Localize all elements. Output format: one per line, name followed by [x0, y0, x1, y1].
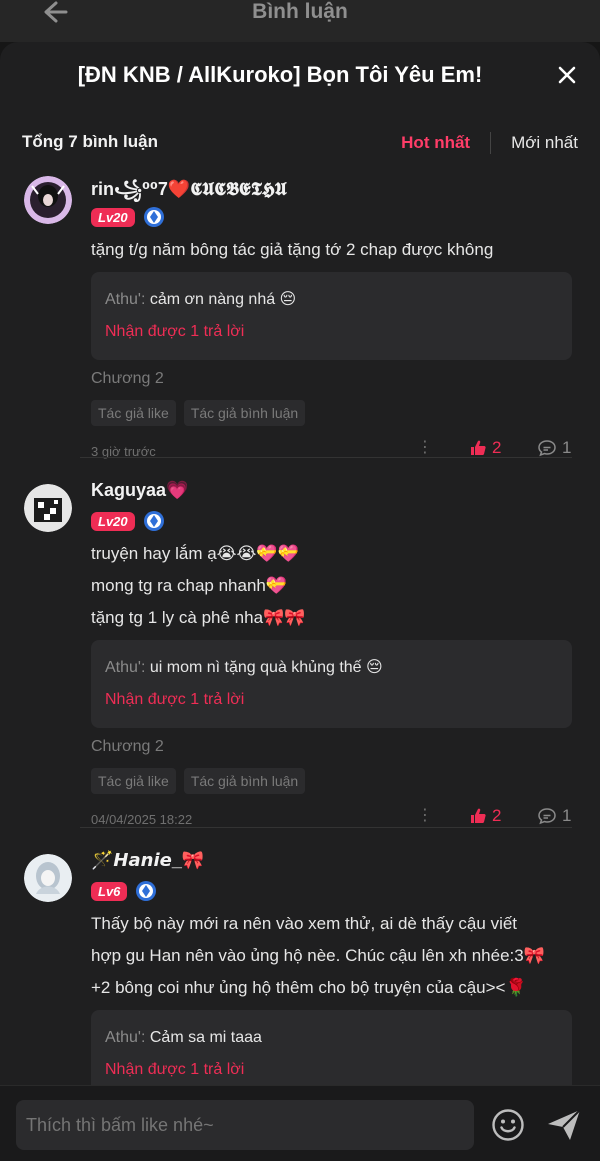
like-button[interactable]: 2 [469, 806, 501, 826]
comment-text: truyện hay lắm ạ😭😭💝💝 mong tg ra chap nha… [91, 538, 572, 634]
like-count: 2 [492, 438, 502, 457]
reply-author: Athu': [105, 1029, 146, 1046]
reply-button[interactable]: 1 [537, 806, 571, 826]
like-button[interactable]: 2 [469, 438, 501, 458]
level-badge: Lv6 [91, 881, 128, 901]
more-options-icon[interactable]: ⋮ [417, 808, 433, 824]
reply-preview[interactable]: Athu': ui mom nì tặng quà khủng thế 😔 Nh… [91, 640, 572, 728]
view-replies-link[interactable]: Nhận được 1 trả lời [105, 686, 558, 714]
comment-divider [80, 827, 572, 828]
comment-line: +2 bông coi như ủng hộ thêm cho bộ truyệ… [91, 978, 527, 997]
like-count: 2 [492, 806, 502, 825]
comment-line: hợp gu Han nên vào ủng hộ nèe. Chúc cậu … [91, 946, 545, 965]
sort-divider [490, 132, 492, 154]
tag-author-comment: Tác giả bình luận [183, 768, 306, 794]
page-title: Bình luận [252, 0, 348, 23]
comment-line: Thấy bộ này mới ra nên vào xem thử, ai d… [91, 914, 518, 933]
shield-badge-icon [143, 207, 164, 227]
avatar[interactable] [24, 176, 72, 224]
story-title: [ĐN KNB / AllKuroko] Bọn Tôi Yêu Em! [77, 62, 483, 87]
comment-text: Thấy bộ này mới ra nên vào xem thử, ai d… [91, 908, 572, 1004]
shield-badge-icon [136, 881, 157, 901]
reply-text: ui mom nì tặng quà khủng thế 😔 [145, 659, 383, 676]
comment-divider [80, 457, 572, 458]
reply-preview[interactable]: Athu': cảm ơn nàng nhá 😔 Nhận được 1 trả… [91, 272, 572, 360]
timestamp: 04/04/2025 18:22 [91, 812, 193, 827]
comment-text: tặng t/g năm bông tác giả tặng tớ 2 chap… [91, 234, 572, 266]
emoji-icon[interactable] [491, 1108, 525, 1142]
avatar[interactable] [24, 484, 72, 532]
level-badge: Lv20 [91, 207, 135, 227]
reply-author: Athu': [105, 659, 146, 676]
tag-author-like: Tác giả like [91, 400, 176, 426]
tag-author-like: Tác giả like [91, 768, 176, 794]
reply-text: Cảm sa mi taaa [145, 1029, 262, 1046]
sort-hot-tab[interactable]: Hot nhất [401, 133, 490, 153]
comment-composer [0, 1085, 600, 1161]
reply-author: Athu': [105, 291, 146, 308]
comments-header: Tổng 7 bình luận Hot nhất Mới nhất [22, 132, 578, 156]
reply-line: Athu': cảm ơn nàng nhá 😔 [105, 286, 558, 314]
reply-line: Athu': Cảm sa mi taaa [105, 1024, 558, 1052]
chapter-label: Chương 2 [91, 738, 164, 755]
level-badge: Lv20 [91, 511, 135, 531]
reply-count: 1 [562, 806, 572, 825]
view-replies-link[interactable]: Nhận được 1 trả lời [105, 318, 558, 346]
username[interactable]: rin꧁⁰⁰7❤️𝕮𝖀𝕮𝕭𝕰𝕿𝕳𝖀 [91, 176, 572, 202]
author-tags: Tác giả like Tác giả bình luận [91, 768, 572, 794]
author-tags: Tác giả like Tác giả bình luận [91, 400, 572, 426]
comment-count: Tổng 7 bình luận [22, 132, 158, 151]
user-badges: Lv6 [91, 878, 572, 904]
comment-line: mong tg ra chap nhanh💝 [91, 576, 288, 595]
avatar[interactable] [24, 854, 72, 902]
user-badges: Lv20 [91, 508, 572, 534]
comment-body: rin꧁⁰⁰7❤️𝕮𝖀𝕮𝕭𝕰𝕿𝕳𝖀 Lv20 tặng t/g năm bông… [91, 176, 572, 464]
chat-bubble-icon [538, 808, 556, 825]
comment-meta: 04/04/2025 18:22 ⋮ 2 1 [91, 806, 572, 832]
close-icon[interactable] [556, 64, 578, 86]
tag-author-comment: Tác giả bình luận [183, 400, 306, 426]
comment-meta: 3 giờ trước ⋮ 2 1 [91, 438, 572, 464]
comment-line: truyện hay lắm ạ😭😭💝💝 [91, 544, 299, 563]
comment-line: tặng tg 1 ly cà phê nha🎀🎀 [91, 608, 306, 627]
sort-options: Hot nhất Mới nhất [401, 132, 578, 154]
comment-input[interactable] [16, 1100, 474, 1150]
send-icon[interactable] [546, 1108, 582, 1142]
thumbs-up-icon [471, 808, 486, 823]
shield-badge-icon [143, 511, 164, 531]
comment-line: tặng t/g năm bông tác giả tặng tớ 2 chap… [91, 240, 494, 259]
user-badges: Lv20 [91, 204, 572, 230]
thumbs-up-icon [471, 440, 486, 455]
reply-button[interactable]: 1 [537, 438, 571, 458]
comment-body: 🪄𝙃𝙖𝙣𝙞𝙚_🎀 Lv6 Thấy bộ này mới ra nên vào … [91, 850, 572, 1098]
view-replies-link[interactable]: Nhận được 1 trả lời [105, 1056, 558, 1084]
username[interactable]: Kaguyaa💗 [91, 480, 572, 506]
comment-body: Kaguyaa💗 Lv20 truyện hay lắm ạ😭😭💝💝 mong … [91, 480, 572, 832]
reply-count: 1 [562, 438, 572, 457]
chat-bubble-icon [538, 440, 556, 457]
reply-line: Athu': ui mom nì tặng quà khủng thế 😔 [105, 654, 558, 682]
chapter-label: Chương 2 [91, 370, 164, 387]
more-options-icon[interactable]: ⋮ [417, 440, 433, 456]
top-bar: Bình luận [0, 0, 600, 42]
reply-text: cảm ơn nàng nhá 😔 [145, 291, 297, 308]
sort-new-tab[interactable]: Mới nhất [511, 133, 578, 153]
username[interactable]: 🪄𝙃𝙖𝙣𝙞𝙚_🎀 [91, 850, 572, 876]
